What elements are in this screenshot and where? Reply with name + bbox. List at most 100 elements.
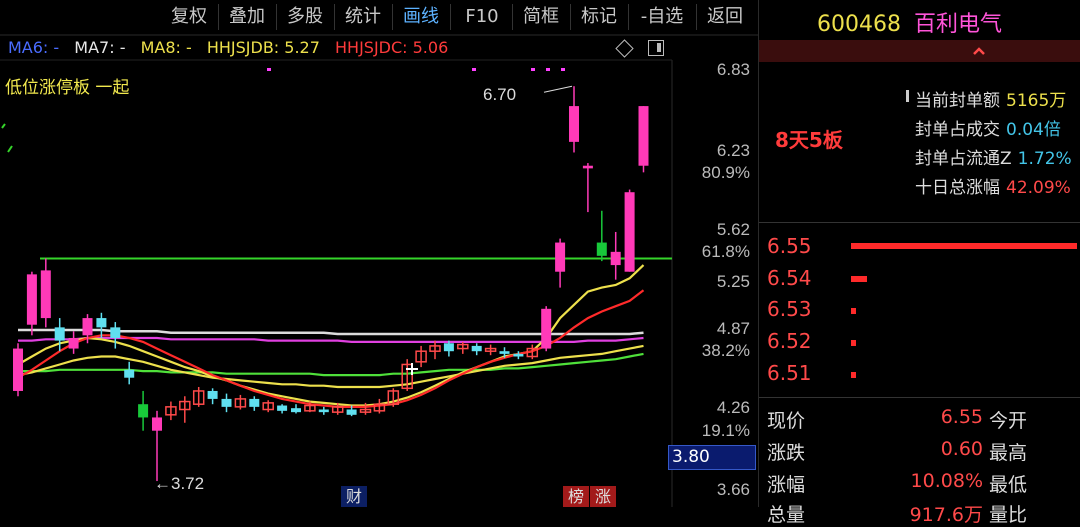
candle-body — [555, 242, 566, 272]
ma8-label: MA8: - — [140, 38, 192, 57]
bid-volume-bar — [851, 308, 856, 314]
y-axis-label: 61.8% — [702, 242, 750, 261]
quote-row: 总量 917.6万 量比 — [767, 500, 1027, 527]
edge-tick — [7, 145, 13, 153]
y-axis-label: 5.25 — [717, 272, 750, 291]
y-axis-label: 6.23 — [717, 141, 750, 160]
candle-body — [541, 308, 552, 349]
candle-body — [152, 417, 162, 431]
stock-name: 百利电气 — [913, 12, 1002, 37]
quote-label: 最高 — [989, 442, 1028, 464]
info-row: 封单占成交 0.04倍 — [901, 115, 1061, 140]
stock-code: 600468 — [817, 12, 901, 37]
candle-body — [291, 408, 301, 413]
y-axis-label: 4.26 — [717, 398, 750, 417]
candle-body — [207, 390, 218, 399]
candle-body — [596, 242, 607, 256]
collapse-bar[interactable] — [759, 40, 1080, 62]
info-label: 当前封单额 — [915, 91, 1000, 111]
signal-marker — [531, 68, 535, 71]
y-axis-label: 4.87 — [717, 319, 750, 338]
info-row: 当前封单额 5165万 — [901, 86, 1066, 111]
y-axis-label: 38.2% — [702, 341, 750, 360]
low-annotation: ←3.72 — [154, 474, 204, 493]
candle-body — [513, 353, 524, 357]
bid-volume-bar — [851, 276, 867, 282]
candle-body — [26, 274, 37, 325]
y-axis-label: 6.83 — [717, 60, 750, 79]
candle-body — [569, 106, 579, 142]
candle-body — [471, 345, 482, 352]
board-label: 8天5板 — [775, 128, 843, 152]
quote-value: 0.60 — [940, 438, 983, 460]
quote-label: 今开 — [989, 410, 1028, 432]
right-panel: 600468 百利电气 8天5板 当前封单额 5165万 封单占成交 0.04倍 封… — [758, 0, 1080, 526]
signal-marker — [267, 68, 271, 71]
signal-marker — [472, 68, 476, 71]
info-label: 封单占流通Z — [915, 149, 1012, 169]
candle-body — [610, 251, 621, 266]
indicator-label: 低位涨停板 一起 — [5, 78, 130, 98]
bid-volume-bar — [851, 243, 1077, 249]
signal-marker — [561, 68, 565, 71]
candle-body — [68, 337, 79, 349]
candle-body — [499, 351, 510, 354]
quote-label: 涨跌 — [767, 442, 806, 464]
candle-body — [638, 106, 649, 166]
candle-body — [249, 398, 260, 407]
quote-row: 现价 6.55 今开 — [767, 406, 1027, 433]
info-value: 5165万 — [1006, 91, 1067, 111]
quote-label: 量比 — [989, 504, 1028, 526]
quote-label: 总量 — [767, 504, 806, 526]
candle-body — [318, 409, 329, 413]
bid-price: 6.55 — [767, 234, 812, 258]
event-mark-finance[interactable]: 财 — [341, 486, 367, 507]
chevron-up-icon[interactable] — [972, 44, 986, 58]
cursor-price-box: 3.80 — [668, 445, 756, 470]
quote-value: 917.6万 — [909, 504, 983, 526]
info-row: 封单占流通Z 1.72% — [901, 144, 1072, 169]
high-annotation: 6.70 — [483, 85, 516, 104]
event-mark-limitup[interactable]: 涨 — [590, 486, 616, 507]
candle-body — [582, 165, 593, 169]
hhjsjdb-label: HHJSJDB: 5.27 — [206, 38, 320, 57]
divider — [759, 222, 1080, 223]
stock-title: 600468 百利电气 — [817, 6, 1002, 38]
quote-value: 6.55 — [940, 406, 983, 428]
y-axis-label: 19.1% — [702, 421, 750, 440]
ma7-label: MA7: - — [74, 38, 126, 57]
candle-body — [82, 318, 93, 336]
candle-body — [54, 327, 65, 341]
candle-body — [624, 192, 635, 272]
high-pointer — [543, 85, 573, 93]
ma-line-red — [17, 289, 645, 408]
candle-body — [346, 409, 357, 415]
quote-label: 最低 — [989, 474, 1028, 496]
quote-row: 涨跌 0.60 最高 — [767, 438, 1027, 465]
candle-body — [138, 404, 149, 418]
candle-body — [124, 369, 135, 378]
candle-body — [110, 327, 121, 338]
divider — [759, 397, 1080, 398]
event-mark-list[interactable]: 榜 — [563, 486, 589, 507]
quote-label: 现价 — [767, 410, 806, 432]
candle-body — [13, 348, 23, 391]
info-value: 1.72% — [1017, 149, 1072, 169]
quote-value: 10.08% — [910, 470, 983, 492]
info-label: 封单占成交 — [915, 120, 1000, 140]
quote-row: 涨幅 10.08% 最低 — [767, 470, 1027, 497]
candle-body — [96, 318, 107, 328]
signal-marker — [546, 68, 550, 71]
hhjsjdc-label: HHJSJDC: 5.06 — [335, 38, 449, 57]
y-axis-label: 3.66 — [717, 480, 750, 499]
info-value: 0.04倍 — [1006, 120, 1061, 140]
bid-volume-bar — [851, 340, 856, 346]
ma6-label: MA6: - — [8, 38, 60, 57]
y-axis-label: 80.9% — [702, 163, 750, 182]
info-value: 42.09% — [1006, 178, 1071, 198]
candle-body — [40, 270, 51, 319]
bid-price: 6.51 — [767, 361, 812, 385]
ma-legend: MA6: - MA7: - MA8: - HHJSJDB: 5.27 HHJSJ… — [0, 36, 458, 60]
bid-price: 6.54 — [767, 266, 812, 290]
window-toggle-icon[interactable] — [648, 40, 664, 56]
